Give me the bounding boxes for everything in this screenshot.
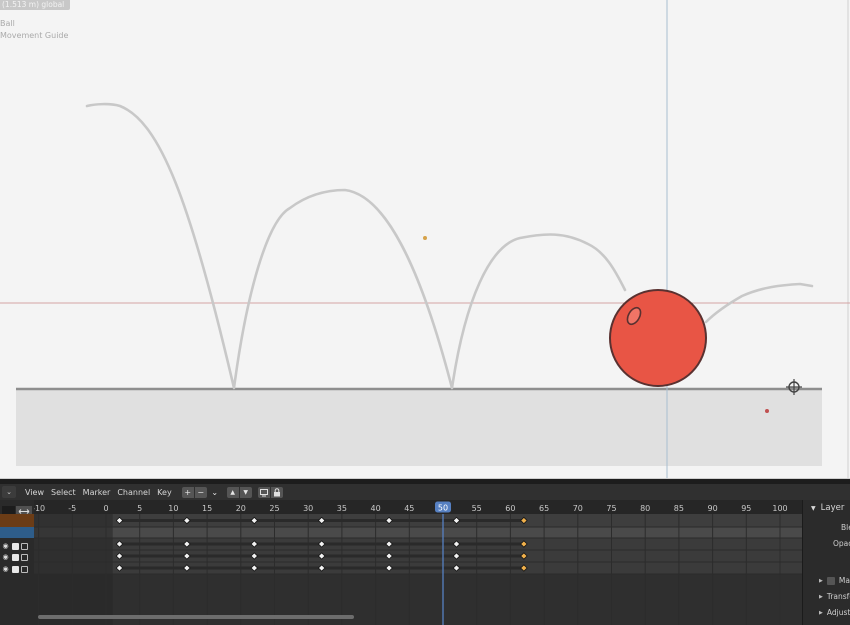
menu-view[interactable]: View <box>25 488 44 497</box>
ruler-tick-label: 90 <box>708 504 718 513</box>
layer-add-remove-group: + − <box>181 486 207 498</box>
layer-move-group: ▲ ▼ <box>226 486 252 498</box>
expand-arrow-icon: ▶ <box>819 593 823 600</box>
current-frame-label: 50 <box>438 504 448 513</box>
menu-key[interactable]: Key <box>157 488 172 497</box>
ruler-canvas: -10 -5 0 5 10 15 20 25 30 35 40 45 55 60 65 70 75 80 85 90 9… <box>34 501 788 513</box>
adjustments-panel[interactable]: ▶Adjustments <box>819 608 850 617</box>
ruler-tick-label: 80 <box>640 504 650 513</box>
menu-select[interactable]: Select <box>51 488 76 497</box>
masks-panel[interactable]: ▶ Masks <box>819 576 850 585</box>
layer-sidebar: ▼Layer Blend Opacity ▶Masks ▶Transform ▶… <box>802 500 850 625</box>
ruler-tick-label: 35 <box>337 504 347 513</box>
origin-dot <box>423 236 427 240</box>
object-track <box>34 527 802 538</box>
checkbox-icon[interactable] <box>12 565 19 573</box>
layer-visibility-group <box>257 486 283 498</box>
layer-channel-row[interactable]: ◉ <box>0 563 34 575</box>
ruler-tick-label: 30 <box>303 504 313 513</box>
ruler-tick-label: 70 <box>573 504 583 513</box>
horizontal-scrollbar[interactable] <box>38 615 354 619</box>
lock-icon[interactable] <box>270 486 283 498</box>
ruler-tick-label: 5 <box>137 504 142 513</box>
object-origin-dot <box>765 409 769 413</box>
checkbox-icon[interactable] <box>12 542 19 550</box>
masks-label: Masks <box>838 576 850 585</box>
ruler-tick-label: 55 <box>472 504 482 513</box>
ruler-tick-label: 95 <box>741 504 751 513</box>
lock-icon[interactable] <box>21 565 28 573</box>
add-layer-button[interactable]: + <box>181 486 194 498</box>
checkbox-icon[interactable] <box>12 553 19 561</box>
lock-icon[interactable] <box>21 553 28 561</box>
menu-channel[interactable]: Channel <box>117 488 150 497</box>
grease-pencil-viewport[interactable]: (1.513 m) global Ball Movement Guide <box>0 0 850 479</box>
dopesheet-timeline[interactable] <box>34 500 802 625</box>
ground-plane <box>16 389 822 466</box>
dopesheet-header: ⌄ View Select Marker Channel Key + − ⌄ ▲… <box>0 484 850 500</box>
layer-channel-row[interactable]: ◉ <box>0 551 34 563</box>
ruler-tick-label: 25 <box>269 504 279 513</box>
summary-channel[interactable] <box>0 514 34 527</box>
eye-icon[interactable]: ◉ <box>1 565 10 573</box>
ruler-tick-label: -10 <box>34 504 45 513</box>
ruler-tick-label: 0 <box>103 504 108 513</box>
expand-arrow-icon: ▶ <box>819 577 823 584</box>
ball <box>609 289 707 387</box>
move-layer-down-button[interactable]: ▼ <box>239 486 252 498</box>
blend-field[interactable]: Blend <box>841 523 850 532</box>
remove-layer-button[interactable]: − <box>194 486 207 498</box>
frame-ruler[interactable]: -10 -5 0 5 10 15 20 25 30 35 40 45 55 60 65 70 75 80 85 90 9… <box>34 500 802 514</box>
layer-menu-chevron-icon[interactable]: ⌄ <box>209 487 221 498</box>
layer-panel-title: Layer <box>820 503 845 513</box>
ruler-tick-label: 40 <box>371 504 381 513</box>
ruler-tick-label: 60 <box>505 504 515 513</box>
transform-label: Transform <box>826 592 850 601</box>
ruler-tick-label: 65 <box>539 504 549 513</box>
layer-label-movement-guide: Movement Guide <box>0 31 69 40</box>
editor-type-chevron-down-icon[interactable]: ⌄ <box>2 486 16 498</box>
ruler-tick-label: 85 <box>674 504 684 513</box>
viewport-canvas <box>0 0 850 478</box>
viewport-info-badge: (1.513 m) global <box>0 0 71 10</box>
ruler-tick-label: 15 <box>202 504 212 513</box>
object-channel[interactable] <box>0 527 34 538</box>
eye-icon[interactable]: ◉ <box>1 553 10 561</box>
ruler-tick-label: 100 <box>772 504 787 513</box>
display-icon[interactable] <box>257 486 270 498</box>
collapse-arrow-icon: ▼ <box>811 505 816 512</box>
eye-icon[interactable]: ◉ <box>1 542 10 550</box>
ruler-tick-label: 75 <box>606 504 616 513</box>
menu-marker[interactable]: Marker <box>83 488 111 497</box>
ruler-tick-label: 45 <box>404 504 414 513</box>
transform-panel[interactable]: ▶Transform <box>819 592 850 601</box>
channel-header-buttons <box>0 502 34 517</box>
ruler-tick-label: -5 <box>68 504 76 513</box>
ruler-tick-label: 10 <box>168 504 178 513</box>
lock-icon[interactable] <box>21 542 28 550</box>
move-layer-up-button[interactable]: ▲ <box>226 486 239 498</box>
masks-checkbox[interactable] <box>826 576 835 585</box>
ruler-tick-label: 20 <box>236 504 246 513</box>
opacity-field[interactable]: Opacity <box>833 539 850 548</box>
adjustments-label: Adjustments <box>826 608 850 617</box>
keyframe-canvas <box>34 500 802 625</box>
expand-arrow-icon: ▶ <box>819 609 823 616</box>
layer-panel-header[interactable]: ▼ Layer <box>811 503 844 513</box>
layer-label-ball: Ball <box>0 19 15 28</box>
